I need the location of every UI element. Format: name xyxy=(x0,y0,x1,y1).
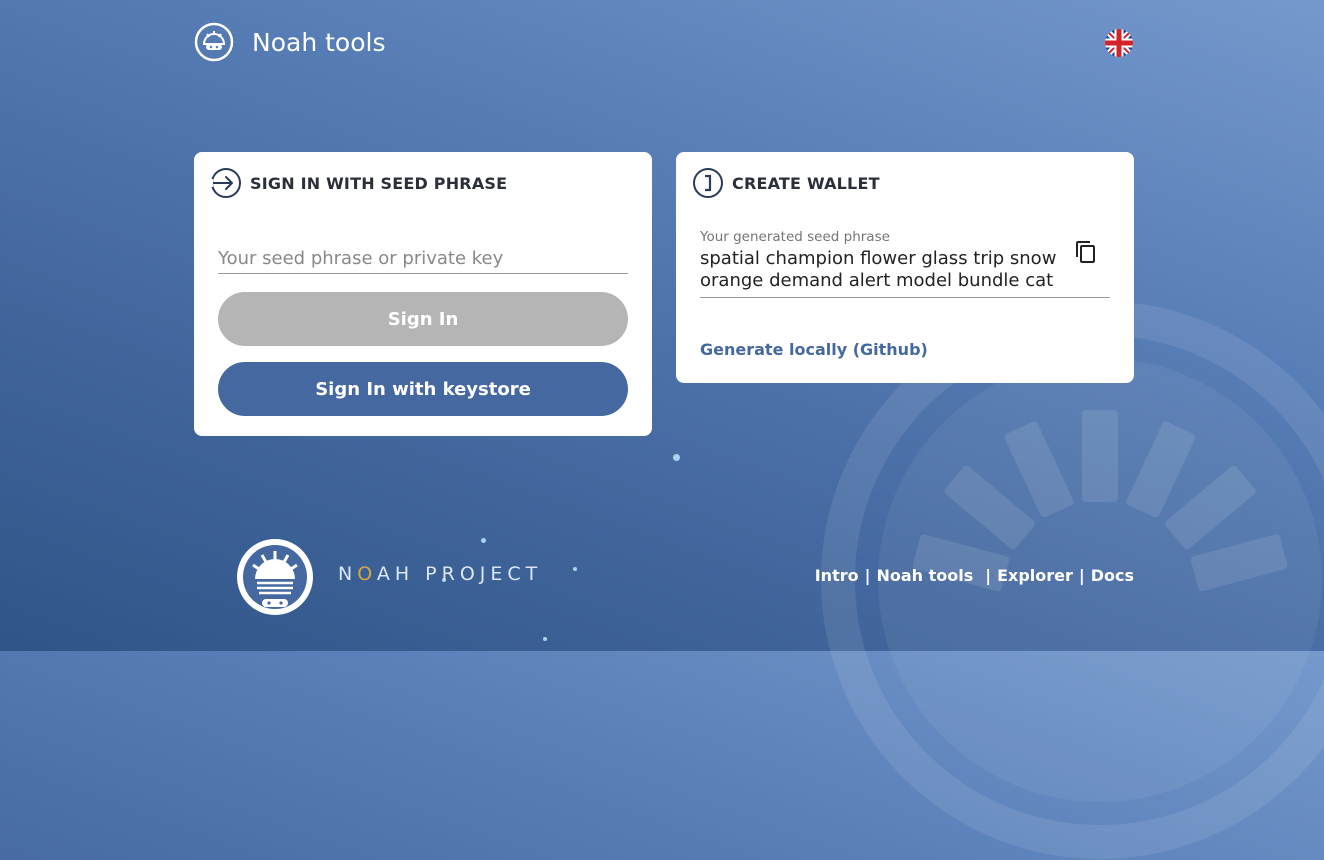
create-wallet-title: CREATE WALLET xyxy=(732,173,880,193)
decorative-dot xyxy=(481,538,486,543)
brand[interactable]: Noah tools xyxy=(194,22,385,62)
footer-link-intro[interactable]: Intro xyxy=(815,566,859,585)
generate-locally-link[interactable]: Generate locally (Github) xyxy=(700,340,928,359)
seed-phrase-label: Your generated seed phrase xyxy=(700,229,890,245)
footer-nav: Intro | Noah tools | Explorer | Docs xyxy=(815,566,1134,585)
footer-link-docs[interactable]: Docs xyxy=(1091,566,1134,585)
signin-card-header: SIGN IN WITH SEED PHRASE xyxy=(210,167,507,199)
footer-link-explorer[interactable]: Explorer xyxy=(997,566,1073,585)
noah-project-logo-icon xyxy=(237,539,313,615)
signin-title: SIGN IN WITH SEED PHRASE xyxy=(250,173,508,193)
seed-phrase-input[interactable] xyxy=(218,244,628,274)
footer-link-noah-tools[interactable]: Noah tools xyxy=(876,566,973,585)
wordmark-prefix: N xyxy=(338,563,358,585)
sign-in-button[interactable]: Sign In xyxy=(218,292,628,346)
info-circle-icon xyxy=(693,168,723,198)
wordmark-suffix: AH PROJECT xyxy=(376,563,543,585)
decorative-dot xyxy=(543,637,547,641)
decorative-dot xyxy=(673,454,680,461)
create-wallet-card: CREATE WALLET Your generated seed phrase… xyxy=(676,152,1134,383)
footer-separator: | xyxy=(1078,566,1085,585)
create-wallet-header: CREATE WALLET xyxy=(692,167,880,199)
generated-seed-phrase[interactable]: spatial champion flower glass trip snow … xyxy=(700,248,1070,292)
app-title: Noah tools xyxy=(252,27,386,57)
uk-flag-icon[interactable] xyxy=(1104,28,1134,58)
header: Noah tools xyxy=(194,22,1134,62)
decorative-dot xyxy=(573,567,577,571)
wordmark-accent: O xyxy=(357,563,377,585)
copy-icon[interactable] xyxy=(1074,240,1098,264)
footer-separator: | xyxy=(985,566,992,585)
sign-in-keystore-button[interactable]: Sign In with keystore xyxy=(218,362,628,416)
noah-ark-icon xyxy=(194,22,234,62)
footer-separator: | xyxy=(864,566,871,585)
signin-card: SIGN IN WITH SEED PHRASE Sign In Sign In… xyxy=(194,152,652,436)
sign-in-arrow-icon xyxy=(210,168,241,198)
seed-phrase-underline xyxy=(700,297,1110,298)
noah-project-wordmark: NOAH PROJECT xyxy=(338,563,542,585)
